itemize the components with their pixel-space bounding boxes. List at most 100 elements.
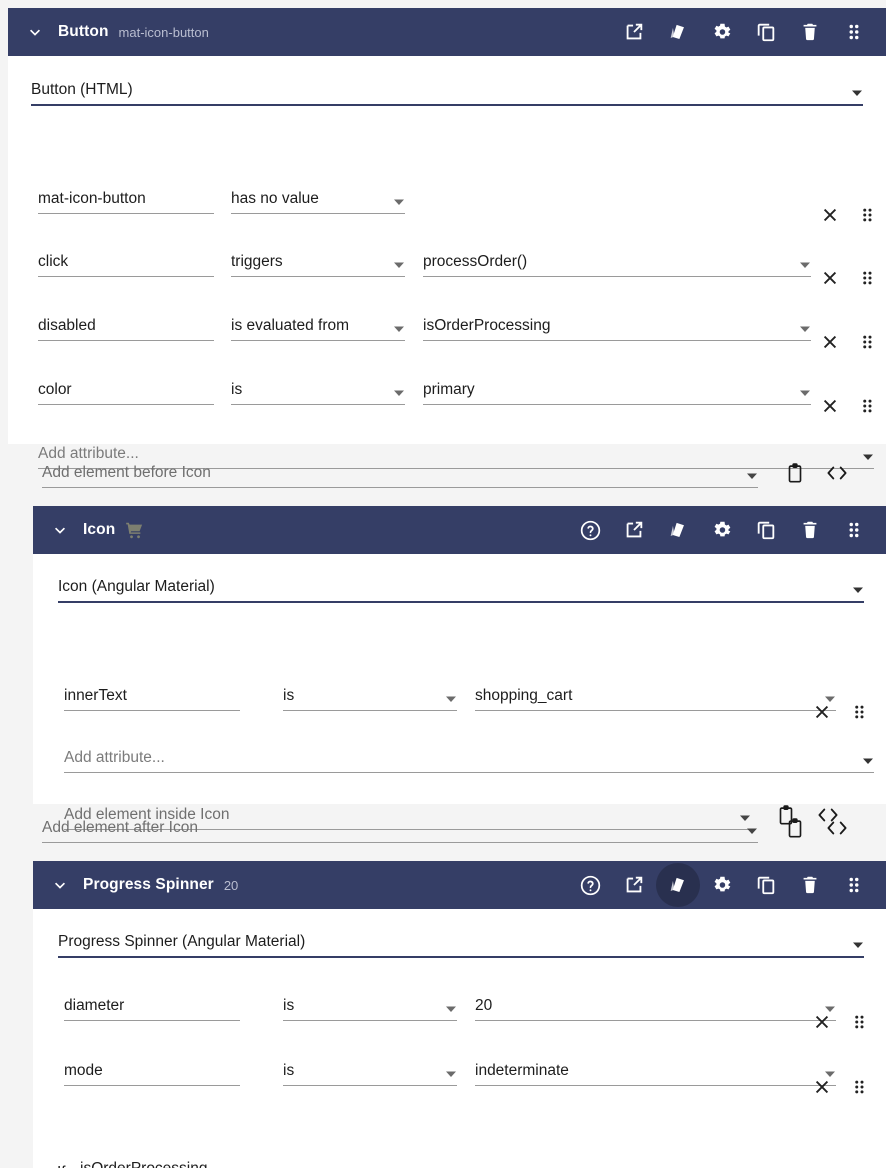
attribute-operator-select[interactable]: is (283, 994, 457, 1021)
icon-panel-title: Icon (83, 521, 116, 538)
attribute-value-select[interactable]: shopping_cart (475, 684, 836, 711)
attribute-operator-select[interactable]: is evaluated from (231, 314, 405, 341)
attribute-operator-value: is evaluated from (231, 317, 350, 334)
add-attribute-select[interactable]: Add attribute... (64, 746, 874, 773)
remove-attribute-button[interactable] (808, 1008, 836, 1036)
attribute-operator-select[interactable]: has no value (231, 187, 405, 214)
drag-handle-icon[interactable] (845, 1008, 873, 1036)
attribute-operator-select[interactable]: is (231, 378, 405, 405)
view-code-button[interactable] (822, 813, 852, 843)
attribute-name-field[interactable]: innerText (64, 684, 240, 711)
button-panel-header[interactable]: Button mat-icon-button (8, 8, 886, 56)
copy-icon[interactable] (744, 10, 788, 54)
attribute-operator-value: is (283, 1062, 295, 1079)
trash-icon[interactable] (788, 863, 832, 907)
chevron-down-icon (740, 470, 758, 482)
chevron-down-icon[interactable] (47, 872, 73, 898)
attribute-name-value: color (38, 381, 72, 398)
progress-spinner-panel-subtitle: 20 (223, 877, 239, 893)
element-type-select[interactable]: Button (HTML) (31, 81, 863, 106)
attribute-name-field[interactable]: mode (64, 1059, 240, 1086)
attribute-value-select[interactable]: 20 (475, 994, 836, 1021)
button-panel-title: Button (58, 23, 109, 40)
gear-icon[interactable] (700, 863, 744, 907)
element-type-select[interactable]: Progress Spinner (Angular Material) (58, 933, 864, 958)
attribute-value-select[interactable]: isOrderProcessing (423, 314, 811, 341)
remove-attribute-button[interactable] (816, 328, 844, 356)
add-element-after-icon-select[interactable]: Add element after Icon (42, 819, 758, 843)
attribute-name-field[interactable]: click (38, 250, 214, 277)
drag-handle-icon[interactable] (853, 201, 881, 229)
attribute-name-field[interactable]: color (38, 378, 214, 405)
chevron-down-icon[interactable] (47, 517, 73, 543)
button-panel: Button mat-icon-button Button (HTML) mat… (8, 8, 886, 469)
remove-attribute-button[interactable] (816, 201, 844, 229)
drag-handle-icon[interactable] (832, 10, 876, 54)
attribute-value-select[interactable]: primary (423, 378, 811, 405)
trash-icon[interactable] (788, 10, 832, 54)
remove-attribute-button[interactable] (808, 1073, 836, 1101)
attribute-operator-value: is (283, 687, 295, 704)
gear-icon[interactable] (700, 10, 744, 54)
attribute-operator-value: is (231, 381, 243, 398)
paste-element-button[interactable] (780, 458, 810, 488)
drag-handle-icon[interactable] (853, 392, 881, 420)
drag-handle-icon[interactable] (845, 698, 873, 726)
attribute-name-field[interactable]: mat-icon-button (38, 187, 214, 214)
flip-to-back-icon[interactable] (656, 863, 700, 907)
button-panel-body: Button (HTML) mat-icon-button has no val… (8, 56, 886, 469)
open-in-new-icon[interactable] (612, 508, 656, 552)
add-element-before-icon-strip: Add element before Icon (42, 458, 874, 488)
attribute-value-select[interactable]: processOrder() (423, 250, 811, 277)
attribute-operator-select[interactable]: is (283, 1059, 457, 1086)
drag-handle-icon[interactable] (853, 328, 881, 356)
attribute-operator-select[interactable]: triggers (231, 250, 405, 277)
chevron-down-icon (793, 259, 811, 271)
chevron-down-icon (740, 825, 758, 837)
condition-expression-select[interactable]: isOrderProcessing (80, 1157, 836, 1168)
attribute-name-field[interactable]: disabled (38, 314, 214, 341)
drag-handle-icon[interactable] (832, 508, 876, 552)
view-code-button[interactable] (822, 458, 852, 488)
attribute-value-select[interactable]: indeterminate (475, 1059, 836, 1086)
gear-icon[interactable] (700, 508, 744, 552)
attribute-value-value: indeterminate (475, 1062, 569, 1079)
attribute-name-value: click (38, 253, 69, 270)
add-element-before-icon-select[interactable]: Add element before Icon (42, 464, 758, 488)
attribute-name-value: mat-icon-button (38, 190, 146, 207)
element-type-value: Progress Spinner (Angular Material) (58, 933, 306, 950)
icon-panel-header[interactable]: Icon (33, 506, 886, 554)
add-attribute-placeholder: Add attribute... (64, 749, 165, 766)
open-in-new-icon[interactable] (612, 10, 656, 54)
help-circle-icon[interactable] (568, 863, 612, 907)
chevron-down-icon (387, 196, 405, 208)
chevron-down-icon (439, 693, 457, 705)
copy-icon[interactable] (744, 863, 788, 907)
element-type-value: Button (HTML) (31, 81, 133, 98)
chevron-down-icon (793, 387, 811, 399)
chevron-down-icon[interactable] (22, 19, 48, 45)
attribute-value-value: isOrderProcessing (423, 317, 551, 334)
attribute-name-field[interactable]: diameter (64, 994, 240, 1021)
flip-to-back-icon[interactable] (656, 10, 700, 54)
copy-icon[interactable] (744, 508, 788, 552)
button-panel-actions (612, 10, 876, 54)
trash-icon[interactable] (788, 508, 832, 552)
attribute-name-value: mode (64, 1062, 103, 1079)
progress-spinner-panel-header[interactable]: Progress Spinner 20 (33, 861, 886, 909)
drag-handle-icon[interactable] (853, 264, 881, 292)
attribute-operator-select[interactable]: is (283, 684, 457, 711)
remove-attribute-button[interactable] (816, 264, 844, 292)
element-type-value: Icon (Angular Material) (58, 578, 215, 595)
paste-element-button[interactable] (780, 813, 810, 843)
flip-to-back-icon[interactable] (656, 508, 700, 552)
remove-attribute-button[interactable] (808, 698, 836, 726)
remove-attribute-button[interactable] (816, 392, 844, 420)
help-circle-icon[interactable] (568, 508, 612, 552)
progress-spinner-panel-title: Progress Spinner (83, 876, 214, 893)
drag-handle-icon[interactable] (832, 863, 876, 907)
element-type-select[interactable]: Icon (Angular Material) (58, 578, 864, 603)
open-in-new-icon[interactable] (612, 863, 656, 907)
drag-handle-icon[interactable] (845, 1073, 873, 1101)
chevron-down-icon (851, 87, 863, 99)
